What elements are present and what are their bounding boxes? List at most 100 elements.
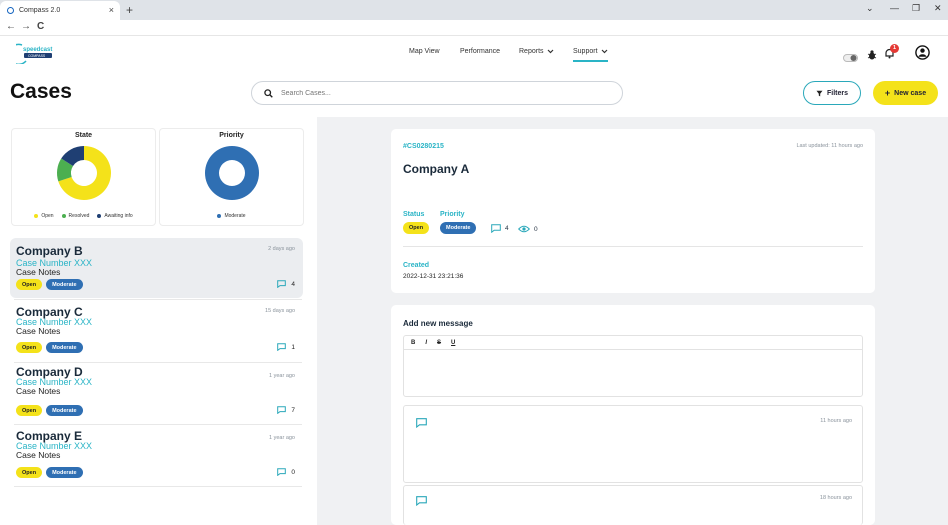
- case-time: 1 year ago: [269, 373, 295, 379]
- last-updated: Last updated: 11 hours ago: [796, 143, 863, 149]
- priority-badge: Moderate: [46, 279, 83, 290]
- filters-label: Filters: [826, 89, 848, 97]
- detail-comment-count[interactable]: 4: [491, 224, 509, 233]
- notification-count-badge: 1: [890, 44, 899, 53]
- case-time: 1 year ago: [269, 435, 295, 441]
- tab-list-chevron-icon[interactable]: ⌄: [866, 3, 874, 14]
- comment-icon: [277, 343, 287, 351]
- priority-badge: Moderate: [46, 405, 83, 416]
- logo-text-bottom: COMPASS: [28, 54, 46, 58]
- detail-priority-badge[interactable]: Moderate: [440, 222, 477, 234]
- case-detail-card: #CS0280215 Last updated: 11 hours ago Co…: [391, 129, 875, 293]
- strikethrough-button[interactable]: S: [437, 340, 441, 346]
- created-label: Created: [403, 262, 430, 269]
- comment-count-value: 0: [291, 468, 295, 476]
- browser-tab-strip: [0, 0, 948, 20]
- add-message-title: Add new message: [403, 319, 473, 328]
- menu-label: Performance: [460, 48, 501, 55]
- donut-slice-moderate[interactable]: [205, 146, 259, 200]
- search-icon: [264, 88, 273, 98]
- underline-button[interactable]: U: [451, 340, 455, 346]
- eye-icon: [518, 225, 530, 233]
- comment-icon: [277, 280, 287, 288]
- tab-title: Compass 2.0: [19, 7, 61, 14]
- case-notes: Case Notes: [16, 326, 61, 336]
- case-list-item[interactable]: Company C Case Number XXX Case Notes 15 …: [10, 300, 303, 360]
- menu-performance[interactable]: Performance: [460, 48, 500, 55]
- comment-count: 1: [277, 343, 295, 351]
- case-id-link[interactable]: #CS0280215: [403, 143, 444, 150]
- legend-label-open: Open: [41, 213, 54, 219]
- comment-count: 0: [277, 468, 295, 476]
- browser-nav-bar: [0, 20, 948, 36]
- minimize-button[interactable]: —: [890, 3, 899, 13]
- bug-report-icon[interactable]: [867, 47, 877, 65]
- state-chart-card: State Open Resolved Awaiting info: [11, 128, 156, 226]
- priority-donut-chart[interactable]: [202, 143, 262, 203]
- state-donut-chart[interactable]: [54, 143, 114, 203]
- created-value: 2022-12-31 23:21:36: [403, 273, 464, 280]
- status-label: Status: [403, 211, 425, 218]
- comment-count: 7: [277, 406, 295, 414]
- search-input[interactable]: [281, 89, 581, 97]
- state-chart-title: State: [74, 132, 93, 139]
- detail-watcher-count[interactable]: 0: [518, 225, 538, 233]
- status-badge: Open: [16, 342, 43, 353]
- detail-status-badge[interactable]: Open: [403, 222, 430, 234]
- chevron-down-icon: [547, 49, 553, 54]
- legend-label-resolved: Resolved: [68, 213, 90, 219]
- back-button[interactable]: ←: [6, 21, 16, 32]
- state-chart-legend: Open Resolved Awaiting info: [12, 213, 155, 219]
- italic-button[interactable]: I: [425, 340, 427, 346]
- case-list-item[interactable]: Company E Case Number XXX Case Notes 1 y…: [10, 424, 303, 484]
- tab-close-icon[interactable]: ×: [109, 5, 114, 15]
- filter-funnel-icon: [816, 90, 823, 96]
- priority-chart-title: Priority: [219, 132, 244, 139]
- theme-toggle[interactable]: [843, 49, 858, 67]
- priority-badge: Moderate: [46, 342, 83, 353]
- message-editor[interactable]: B I S U: [403, 335, 863, 397]
- filters-button[interactable]: Filters: [803, 81, 861, 105]
- reload-button[interactable]: C: [37, 21, 44, 32]
- menu-support[interactable]: Support: [573, 48, 608, 62]
- detail-company-name: Company A: [403, 162, 470, 176]
- search-bar[interactable]: [251, 81, 623, 105]
- window-close-button[interactable]: ✕: [934, 3, 942, 14]
- case-list-item[interactable]: Company D Case Number XXX Case Notes 1 y…: [10, 360, 303, 420]
- detail-divider: [403, 246, 863, 247]
- comment-count-value: 4: [291, 280, 295, 288]
- new-tab-button[interactable]: +: [126, 3, 133, 17]
- menu-label: Map View: [409, 48, 440, 55]
- user-account-icon[interactable]: [915, 45, 930, 65]
- priority-badge: Moderate: [46, 467, 83, 478]
- case-list-item[interactable]: Company B Case Number XXX Case Notes 2 d…: [10, 238, 303, 298]
- legend-swatch-resolved: [61, 213, 66, 218]
- new-case-button[interactable]: + New case: [873, 81, 938, 105]
- comment-icon: [416, 496, 427, 506]
- plus-icon: +: [884, 88, 891, 98]
- status-badge: Open: [16, 467, 43, 478]
- message-time: 18 hours ago: [819, 495, 852, 501]
- menu-reports[interactable]: Reports: [519, 48, 554, 55]
- restore-button[interactable]: ❐: [912, 3, 920, 14]
- detail-watcher-count-value: 0: [534, 225, 538, 233]
- bold-button[interactable]: B: [411, 340, 415, 346]
- comment-icon: [277, 468, 287, 476]
- message-item[interactable]: 18 hours ago: [403, 485, 863, 525]
- compass-favicon-icon: [7, 7, 14, 14]
- case-notes: Case Notes: [16, 386, 61, 396]
- logo-text-top: speedcast: [23, 47, 52, 53]
- comment-icon: [491, 224, 501, 233]
- speedcast-compass-logo[interactable]: speedcast COMPASS: [7, 42, 56, 66]
- forward-button[interactable]: →: [21, 21, 31, 32]
- legend-item-awaiting-info: Awaiting info: [97, 213, 133, 219]
- menu-map-view[interactable]: Map View: [409, 48, 440, 55]
- message-item[interactable]: 11 hours ago: [403, 405, 863, 483]
- comment-count: 4: [277, 280, 295, 288]
- status-badge: Open: [16, 279, 43, 290]
- browser-tab[interactable]: Compass 2.0 ×: [0, 1, 120, 20]
- editor-toolbar: B I S U: [404, 336, 862, 350]
- legend-item-open: Open: [34, 213, 54, 219]
- case-notes: Case Notes: [16, 267, 61, 277]
- chevron-down-icon: [601, 49, 607, 54]
